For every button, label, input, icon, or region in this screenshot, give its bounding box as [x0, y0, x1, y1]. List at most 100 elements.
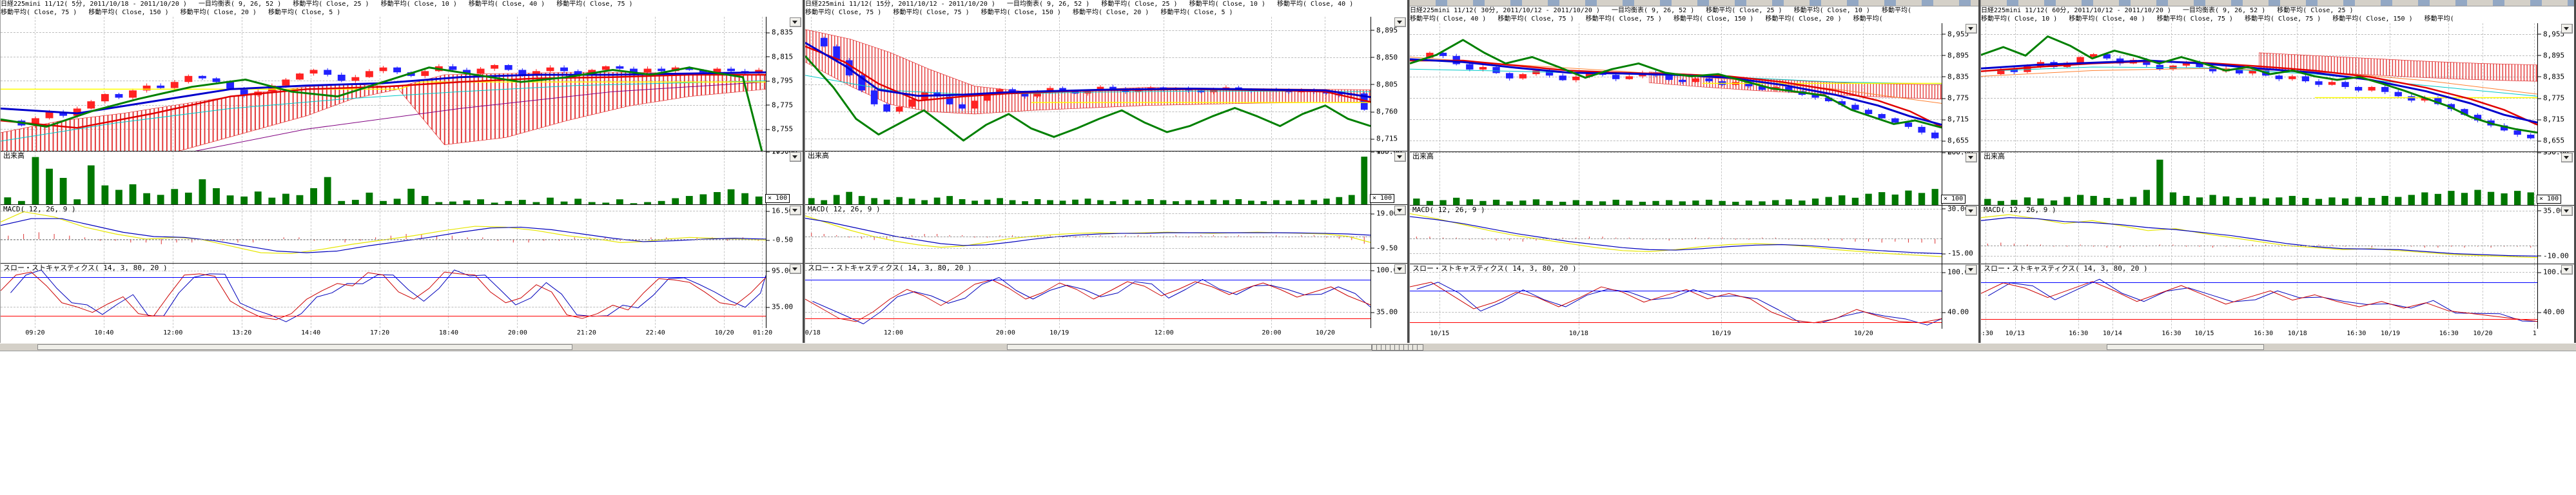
axis-tick-label: 8,955 — [1942, 30, 1969, 37]
time-axis-label: 14:40 — [301, 329, 321, 336]
macd-section: MACD( 12, 26, 9 ) 19.00 -9.50 — [805, 204, 1407, 263]
axis-tick-label: 40.00 — [1942, 309, 1969, 316]
chevron-down-icon[interactable] — [1966, 24, 1977, 34]
chevron-down-icon[interactable] — [790, 17, 801, 27]
axis-tick-label: 8,835 — [1942, 73, 1969, 80]
scrollbar-thumb[interactable] — [2107, 344, 2264, 350]
chart-indicator-line: 移動平均( Close, 75 ) 移動平均( Close, 150 ) 移動平… — [1, 9, 341, 16]
volume-section-label: 出来高 — [1984, 152, 2005, 160]
axis-tick-label: 35.00 — [1371, 309, 1398, 316]
axis-tick-label: 8,835 — [766, 29, 793, 36]
plot-area — [1410, 23, 1942, 151]
tick-value: 8,715 — [1947, 115, 1969, 124]
macd-zero-line — [1410, 238, 1942, 240]
chevron-down-icon[interactable] — [2561, 265, 2573, 275]
axis-gutter: 35.00 -10.00 — [2536, 206, 2574, 264]
time-axis-label: 17:20 — [369, 329, 390, 336]
chevron-down-icon[interactable] — [1966, 265, 1977, 275]
axis-gutter: 8,955 8,895 8,835 8,775 8,715 8,655 — [1940, 23, 1978, 151]
tick-value: -10.00 — [2543, 251, 2569, 260]
axis-tick-label: 8,795 — [766, 77, 793, 84]
axis-tick-label: -10.00 — [2537, 252, 2569, 259]
chevron-down-icon[interactable] — [1394, 152, 1406, 162]
panel-header: 日経225mini 11/12( 5分, 2011/10/18 - 2011/1… — [1, 0, 803, 17]
minimized-window-button[interactable] — [1417, 344, 1423, 351]
axis-tick-label: 30.00 — [1942, 206, 1969, 212]
axis-tick-label: 40.00 — [2537, 309, 2564, 316]
chart-title-line: 日経225mini 11/12( 5分, 2011/10/18 - 2011/1… — [1, 1, 633, 8]
mdi-chart-workspace: 日経225mini 11/12( 5分, 2011/10/18 - 2011/1… — [0, 0, 2576, 352]
chevron-down-icon[interactable] — [2561, 24, 2573, 34]
chevron-down-icon[interactable] — [1966, 206, 1977, 216]
panel-top-scrollbar[interactable] — [1981, 0, 2574, 6]
stoch-threshold-line — [1, 277, 766, 278]
chevron-down-icon[interactable] — [2561, 206, 2573, 216]
scrollbar-thumb[interactable] — [37, 344, 572, 350]
chevron-down-icon[interactable] — [1394, 264, 1406, 274]
axis-tick-label: -15.00 — [1942, 250, 1973, 257]
stoch-threshold-line — [1410, 322, 1942, 323]
plot-area: スロー・ストキャスティクス( 14, 3, 80, 20 ) — [1, 264, 766, 328]
chart-indicator-line: 移動平均( Close, 40 ) 移動平均( Close, 75 ) 移動平均… — [1410, 15, 1883, 23]
axis-gutter: 100.00 35.00 — [1369, 264, 1407, 328]
macd-section-label: MACD( 12, 26, 9 ) — [808, 205, 881, 213]
chart-indicator-line: 移動平均( Close, 10 ) 移動平均( Close, 40 ) 移動平均… — [1981, 15, 2454, 23]
panel-header: 日経225mini 11/12( 30分, 2011/10/12 - 2011/… — [1410, 6, 1978, 23]
axis-gutter: 95.00 35.00 — [765, 264, 803, 328]
time-axis-label: 12:00 — [163, 329, 183, 336]
axis-tick-label: 16.50 — [766, 208, 793, 215]
time-axis-row: 6:30 10/13 16:30 10/14 16:30 10/15 16:30 10/18 1… — [1981, 329, 2574, 339]
chevron-down-icon[interactable] — [1394, 206, 1406, 215]
time-axis-label: 16:30 — [2347, 330, 2366, 337]
chevron-down-icon[interactable] — [790, 206, 801, 215]
plot-area: スロー・ストキャスティクス( 14, 3, 80, 20 ) — [1410, 264, 1942, 329]
stochastics-section-label: スロー・ストキャスティクス( 14, 3, 80, 20 ) — [3, 264, 168, 272]
time-axis-label: 18:40 — [438, 329, 459, 336]
tick-value: -9.50 — [1376, 244, 1398, 253]
horizontal-scrollbar[interactable] — [0, 343, 2576, 351]
stoch-threshold-line — [805, 318, 1371, 319]
axis-tick-label: 8,715 — [1371, 135, 1398, 142]
panel-header: 日経225mini 11/12( 15分, 2011/10/12 - 2011/… — [805, 0, 1407, 17]
axis-gutter: 8,895 8,850 8,805 8,760 8,715 — [1369, 17, 1407, 151]
chevron-down-icon[interactable] — [790, 264, 801, 274]
plot-area — [1981, 23, 2538, 151]
axis-tick-label: 8,835 — [2537, 73, 2564, 80]
time-axis-label: 13:20 — [232, 329, 252, 336]
time-axis-label: 21:20 — [576, 329, 596, 336]
axis-tick-label: 8,895 — [1371, 26, 1398, 34]
scrollbar-thumb[interactable] — [1007, 344, 1372, 350]
time-axis-label: 10/14 — [2102, 330, 2122, 337]
panel-top-scrollbar[interactable] — [1410, 0, 1978, 6]
plot-area: MACD( 12, 26, 9 ) — [1, 205, 766, 263]
chevron-down-icon[interactable] — [1394, 17, 1406, 27]
volume-section: 出来高 455.00 180.00 × 100 — [805, 151, 1407, 204]
axis-tick-label: 8,955 — [2537, 30, 2564, 37]
volume-section-label: 出来高 — [1412, 152, 1434, 160]
axis-tick-label: 8,655 — [1942, 137, 1969, 144]
chevron-down-icon[interactable] — [790, 152, 801, 162]
stoch-section: スロー・ストキャスティクス( 14, 3, 80, 20 ) 95.00 35.00 — [1, 263, 803, 328]
time-axis-label: 10/15 — [1430, 330, 1450, 337]
tick-value: 35.00 — [772, 302, 794, 311]
tick-value: -0.50 — [772, 235, 794, 244]
plot-area: 出来高 — [1981, 152, 2538, 205]
tick-value: 8,895 — [1376, 26, 1398, 35]
time-axis-label: 20:00 — [995, 329, 1015, 336]
axis-tick-label: 8,715 — [2537, 116, 2564, 123]
axis-tick-label: 8,775 — [766, 101, 793, 108]
volume-section: 出来高 175.00 70.00 × 100 — [1, 151, 803, 204]
tick-value: 40.00 — [2543, 307, 2565, 316]
chevron-down-icon[interactable] — [2561, 153, 2573, 162]
time-axis-label: 16:30 — [2439, 330, 2459, 337]
axis-tick-label: -0.50 — [766, 237, 793, 244]
chevron-down-icon[interactable] — [1966, 153, 1977, 162]
plot-area: MACD( 12, 26, 9 ) — [1981, 206, 2538, 264]
axis-tick-label: 35.00 — [2537, 207, 2564, 214]
unit-multiplier-badge: × 100 — [1941, 195, 1966, 204]
volume-section-label: 出来高 — [3, 151, 24, 160]
tick-value: 40.00 — [1947, 307, 1969, 316]
tick-value: 8,805 — [1376, 80, 1398, 89]
stochastics-section-label: スロー・ストキャスティクス( 14, 3, 80, 20 ) — [1412, 264, 1577, 273]
axis-gutter: 16.50 -0.50 — [765, 205, 803, 263]
